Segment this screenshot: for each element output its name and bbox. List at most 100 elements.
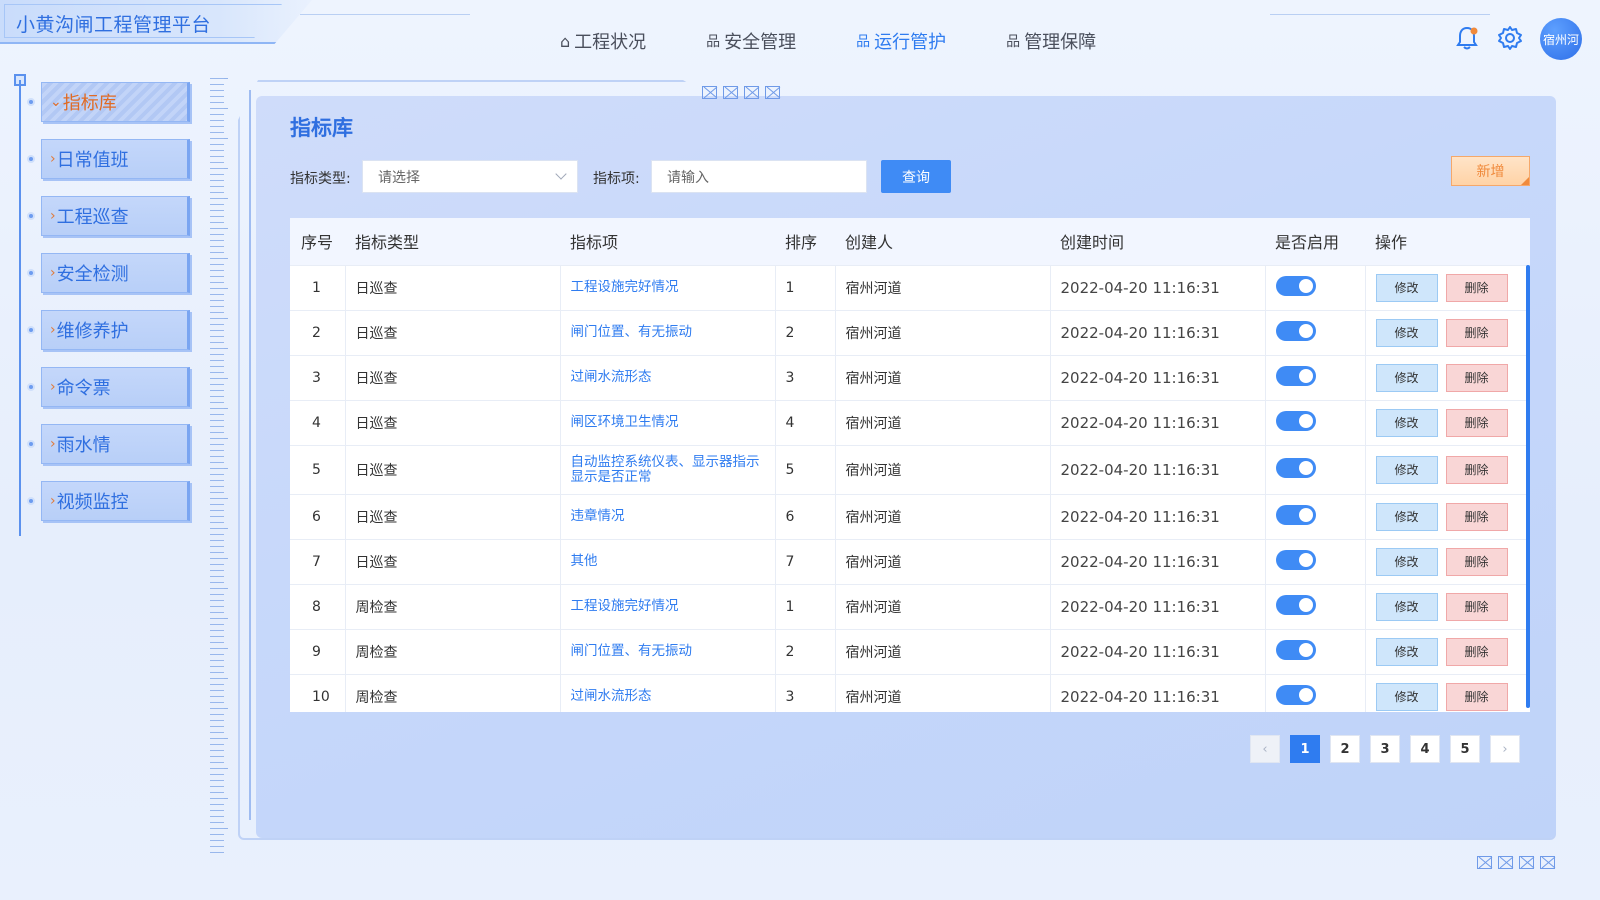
cell-creator: 宿州河道: [834, 494, 1050, 539]
edit-button[interactable]: 修改: [1375, 682, 1438, 711]
header-deco-line: [300, 14, 470, 15]
query-button[interactable]: 查询: [881, 160, 951, 193]
enabled-toggle[interactable]: [1275, 457, 1316, 478]
cell-actions: 修改 删除: [1364, 629, 1530, 674]
sidebar-tree-dot: [27, 497, 35, 505]
next-page-button[interactable]: ›: [1490, 735, 1520, 763]
edit-button[interactable]: 修改: [1375, 363, 1438, 392]
cell-item-link[interactable]: 过闸水流形态: [559, 355, 775, 400]
table-scrollbar[interactable]: [1526, 265, 1530, 708]
cell-item-link[interactable]: 工程设施完好情况: [559, 265, 775, 310]
edit-button[interactable]: 修改: [1375, 547, 1438, 576]
enabled-toggle[interactable]: [1275, 639, 1316, 660]
top-nav: ⌂ 工程状况品安全管理品运行管护品管理保障: [560, 28, 1156, 54]
edit-button[interactable]: 修改: [1375, 273, 1438, 302]
add-button[interactable]: 新增: [1451, 156, 1530, 186]
column-header: 排序: [785, 233, 818, 253]
cell-no: 7: [312, 553, 321, 570]
sitemap-icon: 品: [1006, 34, 1021, 50]
edit-button[interactable]: 修改: [1375, 408, 1438, 437]
cell-item-link[interactable]: 闸区环境卫生情况: [559, 400, 775, 445]
delete-button[interactable]: 删除: [1445, 363, 1508, 392]
pagination: ‹ 1 2 3 4 5 ›: [1250, 735, 1530, 763]
nav-item-3[interactable]: 品运行管护: [856, 28, 946, 54]
delete-button[interactable]: 删除: [1445, 547, 1508, 576]
cell-time: 2022-04-20 11:16:31: [1049, 355, 1265, 400]
edit-button[interactable]: 修改: [1375, 637, 1438, 666]
header-deco-line: [1270, 14, 1490, 15]
enabled-toggle[interactable]: [1275, 549, 1316, 570]
settings-gear-icon[interactable]: [1496, 24, 1524, 52]
edit-button[interactable]: 修改: [1375, 318, 1438, 347]
enabled-toggle[interactable]: [1275, 275, 1316, 296]
cell-no: 6: [312, 508, 321, 525]
cell-enabled: [1264, 310, 1365, 355]
sidebar-item-8[interactable]: › 视频监控: [41, 481, 190, 521]
sidebar-item-7[interactable]: › 雨水情: [41, 424, 190, 464]
cell-item-link[interactable]: 工程设施完好情况: [559, 584, 775, 629]
sidebar-item-label: 日常值班: [56, 150, 129, 171]
cell-item-link[interactable]: 违章情况: [559, 494, 775, 539]
cell-time: 2022-04-20 11:16:31: [1049, 445, 1265, 494]
sidebar-item-4[interactable]: › 安全检测: [41, 253, 190, 293]
delete-button[interactable]: 删除: [1445, 502, 1508, 531]
cell-order: 2: [774, 310, 835, 355]
delete-button[interactable]: 删除: [1445, 318, 1508, 347]
table-row: 4 日巡查 闸区环境卫生情况 4 宿州河道 2022-04-20 11:16:31 修改 删除: [290, 400, 1530, 445]
cell-item-link[interactable]: 自动监控系统仪表、显示器指示显示是否正常: [559, 445, 775, 494]
page-button-2[interactable]: 2: [1330, 735, 1360, 763]
delete-button[interactable]: 删除: [1445, 408, 1508, 437]
item-input[interactable]: 请输入: [651, 160, 867, 193]
nav-item-label: 管理保障: [1024, 32, 1097, 53]
sidebar-item-5[interactable]: › 维修养护: [41, 310, 190, 350]
enabled-toggle[interactable]: [1275, 594, 1316, 615]
page-button-3[interactable]: 3: [1370, 735, 1400, 763]
cell-enabled: [1264, 539, 1365, 584]
nav-item-label: 安全管理: [724, 32, 797, 53]
cell-time: 2022-04-20 11:16:31: [1049, 310, 1265, 355]
cell-no: 9: [312, 643, 321, 660]
sidebar-tree-dot: [27, 326, 35, 334]
cell-enabled: [1264, 400, 1365, 445]
delete-button[interactable]: 删除: [1445, 273, 1508, 302]
panel-deco: [1477, 856, 1555, 869]
cell-enabled: [1264, 445, 1365, 494]
nav-item-1[interactable]: ⌂ 工程状况: [560, 28, 646, 54]
edit-button[interactable]: 修改: [1375, 592, 1438, 621]
edit-button[interactable]: 修改: [1375, 455, 1438, 484]
enabled-toggle[interactable]: [1275, 504, 1316, 525]
page-button-4[interactable]: 4: [1410, 735, 1440, 763]
page-button-1[interactable]: 1: [1290, 735, 1320, 763]
delete-button[interactable]: 删除: [1445, 682, 1508, 711]
sidebar-item-2[interactable]: › 日常值班: [41, 139, 190, 179]
cell-item-link[interactable]: 闸门位置、有无振动: [559, 310, 775, 355]
delete-button[interactable]: 删除: [1445, 592, 1508, 621]
sidebar-item-6[interactable]: › 命令票: [41, 367, 190, 407]
enabled-toggle[interactable]: [1275, 684, 1316, 705]
delete-button[interactable]: 删除: [1445, 637, 1508, 666]
enabled-toggle[interactable]: [1275, 320, 1316, 341]
cell-order: 4: [774, 400, 835, 445]
chevron-right-icon: ›: [50, 493, 56, 509]
cell-item-link[interactable]: 过闸水流形态: [559, 674, 775, 712]
cell-item-link[interactable]: 其他: [559, 539, 775, 584]
delete-button[interactable]: 删除: [1445, 455, 1508, 484]
cell-type: 日巡查: [344, 355, 560, 400]
enabled-toggle[interactable]: [1275, 410, 1316, 431]
notification-bell-icon[interactable]: [1454, 25, 1480, 51]
enabled-toggle[interactable]: [1275, 365, 1316, 386]
type-select[interactable]: 请选择: [362, 160, 578, 193]
cell-time: 2022-04-20 11:16:31: [1049, 629, 1265, 674]
sidebar-item-3[interactable]: › 工程巡查: [41, 196, 190, 236]
edit-button[interactable]: 修改: [1375, 502, 1438, 531]
prev-page-button[interactable]: ‹: [1250, 735, 1280, 763]
cell-type: 日巡查: [344, 445, 560, 494]
sidebar-item-1[interactable]: ⌄ 指标库: [41, 82, 190, 122]
user-avatar[interactable]: 宿州河: [1540, 18, 1582, 60]
page-button-5[interactable]: 5: [1450, 735, 1480, 763]
cell-item-link[interactable]: 闸门位置、有无振动: [559, 629, 775, 674]
cell-type: 周检查: [344, 629, 560, 674]
nav-item-4[interactable]: 品管理保障: [1006, 28, 1096, 54]
column-header: 指标类型: [355, 233, 420, 253]
nav-item-2[interactable]: 品安全管理: [706, 28, 796, 54]
